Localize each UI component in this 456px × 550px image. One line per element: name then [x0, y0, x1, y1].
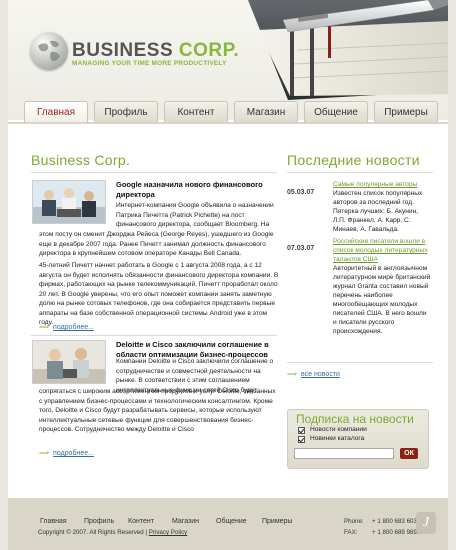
news-title: Последние новости	[287, 152, 420, 168]
arrow-right-icon: ⟹	[287, 371, 298, 378]
news-1-link[interactable]: Самые популярные авторы	[333, 180, 431, 189]
news-2-link[interactable]: Российские писатели вошли в список молод…	[333, 237, 431, 264]
subscribe-ok-button[interactable]: ОК	[400, 448, 418, 459]
footer-link-examples[interactable]: Примеры	[262, 518, 292, 525]
news-1-date: 05.03.07	[287, 189, 315, 196]
globe-logo-icon	[30, 32, 68, 70]
tab-content[interactable]: Контент	[164, 101, 228, 123]
article-2-more-label: подробнее...	[53, 450, 94, 457]
article-1-text-wrap: Интернет-компания Google объявила о назн…	[116, 202, 274, 228]
divider	[31, 335, 277, 336]
privacy-policy-link[interactable]: Privacy Policy	[149, 529, 188, 536]
article-1-image	[32, 180, 106, 224]
main-title: Business Corp.	[31, 152, 131, 168]
main-nav-tabs: Главная Профиль Контент Магазин Общение …	[8, 101, 448, 123]
checkbox-catalog-news-label: Новинки каталога	[310, 435, 365, 442]
subscribe-box: Подписка на новости Новости компании Нов…	[287, 409, 429, 469]
subscribe-email-input[interactable]	[294, 448, 394, 459]
all-news-link[interactable]: ⟹ все новости	[287, 370, 340, 378]
tab-shop[interactable]: Магазин	[234, 101, 298, 123]
news-2-date: 07.03.07	[287, 245, 315, 252]
article-2-image	[32, 340, 106, 384]
tab-community[interactable]: Общение	[304, 101, 368, 123]
article-2-text-full: сопрягаться с широким ассортиментом прод…	[39, 388, 276, 433]
article-1-text-p2: 45-летний Пичетт начнет работать в Googl…	[39, 262, 279, 326]
article-1-title[interactable]: Google назначила нового финансового дире…	[116, 180, 276, 200]
notebook-pen-image	[248, 0, 448, 100]
brand-tagline: MANAGING YOUR TIME MORE PRODUCTIVELY	[72, 60, 227, 67]
arrow-right-icon: ⟹	[39, 324, 50, 331]
phone-number: + 1 800 683 6035	[372, 518, 421, 525]
footer: Главная Профиль Контент Магазин Общение …	[8, 498, 448, 550]
footer-copyright: Copyright © 2007. All Rights Reserved | …	[38, 529, 187, 536]
phone-label: Phone:	[344, 518, 364, 525]
checkbox-company-news[interactable]	[298, 427, 305, 434]
news-2-text: Авторитетный в англоязычном литературном…	[333, 265, 431, 335]
checkbox-catalog-news[interactable]	[298, 436, 305, 443]
tab-examples[interactable]: Примеры	[374, 101, 438, 123]
footer-link-community[interactable]: Общение	[216, 518, 247, 525]
copyright-text: Copyright © 2007. All Rights Reserved	[38, 529, 144, 536]
divider	[31, 172, 277, 173]
tab-profile[interactable]: Профиль	[94, 101, 158, 123]
tab-underline	[8, 122, 448, 124]
fax-label: FAX:	[344, 529, 358, 536]
subscribe-title: Подписка на новости	[296, 412, 414, 426]
article-2-more-link[interactable]: ⟹ подробнее...	[39, 449, 94, 457]
article-1-text-full: этом посту он сменит Джорджа Рейеса (Geo…	[39, 231, 274, 257]
brand-name[interactable]: BUSINESS CORP.	[72, 40, 239, 62]
all-news-label: все новости	[301, 371, 340, 378]
footer-logo-icon: J	[416, 512, 436, 534]
tab-home[interactable]: Главная	[24, 101, 88, 123]
footer-link-content[interactable]: Контент	[128, 518, 154, 525]
footer-divider: |	[145, 529, 148, 536]
brand-name-part1: BUSINESS	[72, 40, 174, 61]
footer-link-shop[interactable]: Магазин	[172, 518, 199, 525]
checkbox-company-news-label: Новости компании	[310, 426, 367, 433]
footer-link-profile[interactable]: Профиль	[84, 518, 114, 525]
article-1-more-label: подробнее...	[53, 324, 94, 331]
divider	[287, 362, 433, 363]
news-1-text: Известен список популярных авторов за по…	[333, 190, 423, 233]
arrow-right-icon: ⟹	[39, 450, 50, 457]
article-1-more-link[interactable]: ⟹ подробнее...	[39, 323, 94, 331]
footer-link-home[interactable]: Главная	[40, 518, 67, 525]
page: BUSINESS CORP. MANAGING YOUR TIME MORE P…	[8, 0, 448, 550]
divider	[287, 172, 433, 173]
fax-number: + 1 800 689 9898	[372, 529, 421, 536]
